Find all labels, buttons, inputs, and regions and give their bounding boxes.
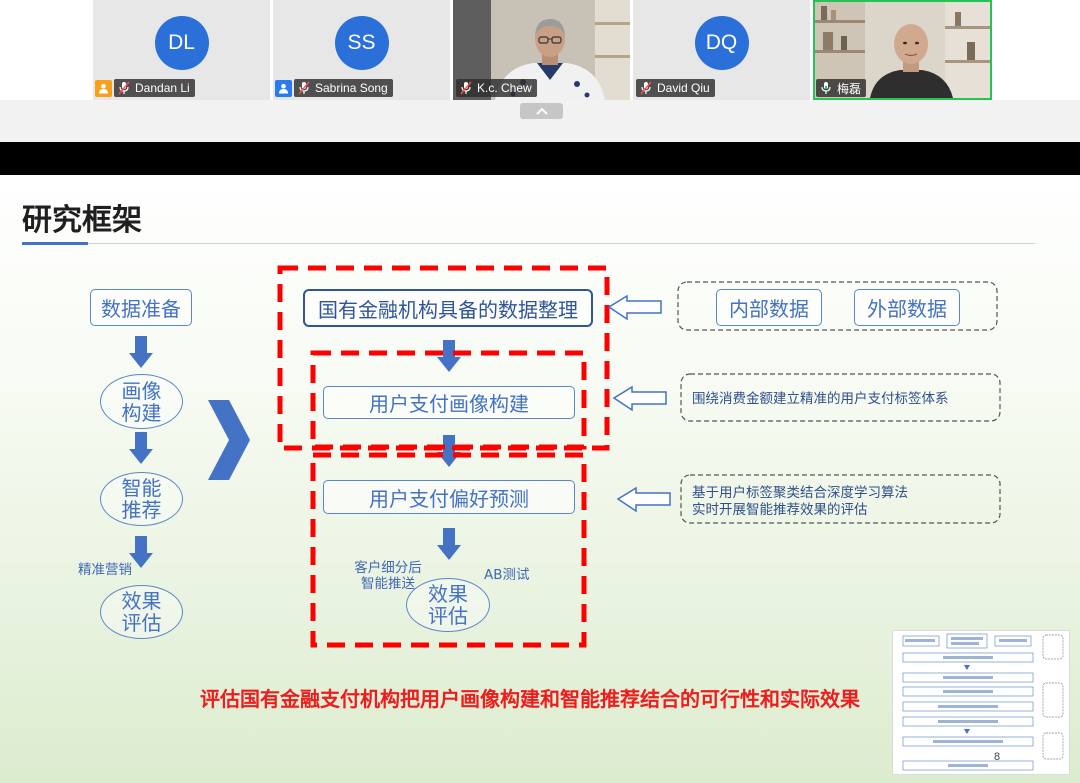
participant-name: David Qiu	[657, 81, 710, 95]
participant-name: K.c. Chew	[477, 81, 532, 95]
left-step-profile: 画像 构建	[100, 374, 183, 429]
slide-conclusion: 评估国有金融支付机构把用户画像构建和智能推荐结合的可行性和实际效果	[200, 687, 860, 711]
participant-nametag: David Qiu	[636, 79, 715, 97]
participant-name: 梅磊	[837, 81, 862, 96]
participant-tile-sabrina-song[interactable]: SS Sabrina Song	[273, 0, 450, 100]
step-text: 评估	[428, 604, 468, 628]
mic-muted-icon	[118, 81, 130, 95]
left-step-evaluate: 效果 评估	[100, 585, 183, 639]
participant-nametag: 梅磊	[816, 79, 867, 97]
chevron-right-icon	[208, 400, 250, 480]
participant-label: David Qiu	[636, 79, 715, 97]
collapse-strip-button[interactable]	[520, 103, 563, 119]
participant-label: K.c. Chew	[456, 79, 537, 97]
left-arrow-icon	[612, 385, 667, 412]
left-arrow-icon	[616, 486, 671, 513]
participant-name: Dandan Li	[135, 81, 190, 95]
participant-label: Sabrina Song	[294, 79, 393, 97]
shared-slide: 研究框架 数据准备 画像 构建 智能 推荐 精准营销 效果 评估 国有金融机构具…	[0, 175, 1080, 783]
down-arrow-icon	[129, 536, 153, 568]
participant-nametag: Dandan Li	[95, 79, 195, 97]
participant-name: Sabrina Song	[315, 81, 388, 95]
step-text: 推荐	[121, 498, 162, 522]
mic-on-icon	[820, 81, 832, 95]
note-line: 实时开展智能推荐效果的评估	[692, 502, 868, 518]
participant-tile-active-speaker[interactable]: 梅磊	[813, 0, 992, 100]
participant-tile-dandan-li[interactable]: DL Dandan Li	[93, 0, 270, 100]
cohost-icon	[275, 79, 292, 97]
center-step-data-org: 国有金融机构具备的数据整理	[303, 289, 593, 327]
center-note-ab-test: AB测试	[484, 567, 530, 583]
left-step-data-prep: 数据准备	[90, 289, 192, 326]
participant-avatar: DQ	[694, 16, 749, 70]
preview-diagram	[902, 633, 1064, 771]
step-text: 画像	[121, 378, 162, 403]
step-text: 效果	[121, 589, 162, 613]
note-line: 客户细分后	[354, 560, 422, 576]
center-step-evaluate: 效果 评估	[406, 578, 490, 632]
share-header-bar	[0, 142, 1080, 175]
preview-page-number: 8	[994, 751, 1001, 763]
down-arrow-icon	[437, 528, 461, 560]
participant-nametag: K.c. Chew	[456, 79, 537, 97]
center-step-prediction: 用户支付偏好预测	[323, 480, 575, 514]
left-step-recommend: 智能 推荐	[100, 472, 183, 526]
chevron-up-icon	[535, 107, 548, 115]
participant-avatar: SS	[334, 16, 389, 70]
participant-tile-david-qiu[interactable]: DQ David Qiu	[633, 0, 810, 100]
down-arrow-icon	[437, 435, 461, 467]
left-arrow-icon	[607, 294, 662, 321]
left-step-note: 精准营销	[78, 562, 132, 578]
center-step-profile: 用户支付画像构建	[323, 386, 575, 419]
mic-muted-icon	[460, 81, 472, 95]
mic-muted-icon	[298, 81, 310, 95]
right-note-2: 基于用户标签聚类结合深度学习算法 实时开展智能推荐效果的评估	[692, 485, 908, 519]
right-note-1: 围绕消费金额建立精准的用户支付标签体系	[692, 391, 949, 407]
participant-avatar: DL	[154, 16, 209, 70]
note-line: 基于用户标签聚类结合深度学习算法	[692, 485, 908, 501]
participant-tile-kc-chew[interactable]: K.c. Chew	[453, 0, 630, 100]
step-text: 构建	[121, 400, 162, 425]
down-arrow-icon	[129, 432, 153, 464]
participant-label: Dandan Li	[114, 79, 195, 97]
mic-muted-icon	[640, 81, 652, 95]
external-data-box: 外部数据	[854, 289, 960, 326]
internal-data-box: 内部数据	[716, 289, 822, 326]
step-text: 效果	[428, 582, 468, 606]
slide-preview-thumbnail[interactable]: 8	[892, 630, 1070, 775]
host-icon	[95, 79, 112, 97]
step-text: 评估	[121, 611, 162, 635]
participant-label: 梅磊	[816, 79, 867, 97]
step-text: 智能	[121, 476, 162, 500]
down-arrow-icon	[437, 340, 461, 372]
participant-nametag: Sabrina Song	[275, 79, 393, 97]
participant-strip: DL Dandan Li SS Sabrina Song K.c. Chew D…	[0, 0, 1080, 100]
down-arrow-icon	[129, 336, 153, 368]
